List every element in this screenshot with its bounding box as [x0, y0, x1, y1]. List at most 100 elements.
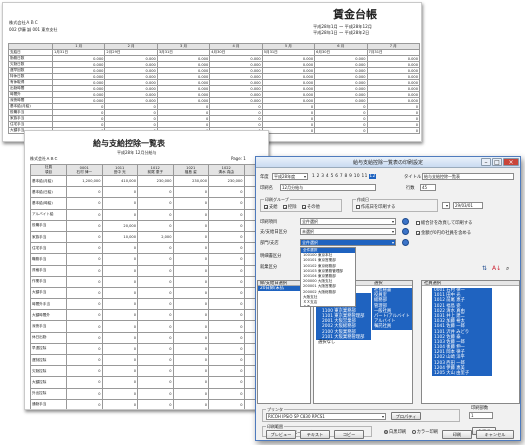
print-item-select[interactable]: 全件選択: [300, 218, 396, 225]
dept-select[interactable]: 全件選択: [300, 239, 396, 246]
employee-item[interactable]: 1205 大山 由里子: [432, 371, 492, 377]
month-10[interactable]: 10: [354, 174, 360, 179]
month-7[interactable]: 7: [340, 174, 343, 179]
employee-list[interactable]: 0001 石村 律一 1011 田中 光 1012 前尾 恵子 1021 福島 姿 10…: [432, 288, 492, 377]
printer-select[interactable]: RICOH IPSiO SP C830 RPCS1: [266, 413, 386, 420]
summary-cell: 0: [137, 331, 174, 344]
summary-cell: 0: [172, 398, 209, 409]
summary-row: 大額時間外 0 0 0 0 0: [30, 309, 268, 322]
option-zero-checkbox[interactable]: ✓: [416, 230, 420, 235]
position-item[interactable]: 嘱託社員: [372, 324, 412, 330]
group-deduction-checkbox[interactable]: ✓: [282, 204, 287, 209]
cancel-button[interactable]: キャンセル: [476, 430, 514, 439]
summary-employee-name: 清水 真由: [218, 169, 235, 174]
month-1[interactable]: 1: [312, 174, 315, 179]
ledger-employee: 002 伊藤 誠 001 東京支社: [9, 27, 58, 32]
summary-cell: 0: [172, 353, 209, 367]
text-button[interactable]: テキスト: [300, 430, 330, 439]
summary-row: 遅刻控除 0 0 0 0 0: [30, 353, 268, 367]
dept-dropdown-item[interactable]: 全件: [301, 305, 355, 306]
month-12[interactable]: 12: [369, 174, 376, 179]
property-button[interactable]: プロパティ: [391, 412, 421, 420]
summary-row: 外出控除 0 0 0 0 0: [30, 387, 268, 400]
group-pay-checkbox[interactable]: ✓: [264, 204, 268, 209]
summary-cell: 0: [101, 298, 138, 311]
print-name-input[interactable]: 12月分給与: [280, 184, 376, 191]
position-list[interactable]: 社長秘書 役員室 総務部 管理部 一般社員 パート/アルバイト アルバイト 嘱託社員: [372, 288, 412, 330]
year-label: 年度: [260, 175, 269, 180]
created-date-checkbox[interactable]: [356, 204, 360, 209]
month-4[interactable]: 4: [326, 174, 329, 179]
summary-cell: 0: [137, 298, 174, 311]
dept-dropdown-list[interactable]: 全件選択 100100 東京本社 100101 東京営業部 100102 東京総務部 1…: [300, 247, 356, 307]
summary-cell: 0: [172, 230, 209, 244]
created-date-picker[interactable]: [442, 202, 450, 209]
title-input[interactable]: 給与支給控除一覧表: [422, 173, 514, 180]
summary-cell: 0: [208, 264, 245, 277]
month-9[interactable]: 9: [349, 174, 352, 179]
print-button[interactable]: 印刷: [442, 430, 472, 439]
summary-cell: 410,000: [101, 174, 138, 188]
mono-radio[interactable]: [384, 429, 388, 434]
summary-column-header: 1012 前尾 恵子: [137, 164, 174, 176]
summary-cell: 0: [172, 376, 209, 389]
summary-cell: 0: [137, 387, 174, 400]
payment-group-select[interactable]: 未選択: [300, 228, 396, 235]
search-icon[interactable]: ⌕: [506, 265, 509, 273]
option-page-break-checkbox[interactable]: [416, 220, 420, 225]
close-icon[interactable]: ×: [503, 158, 519, 166]
summary-cell: 0: [208, 197, 245, 210]
copies-input[interactable]: 1: [469, 412, 493, 419]
row-count-input[interactable]: 45: [420, 184, 436, 191]
month-5[interactable]: 5: [331, 174, 334, 179]
sort-az-icon[interactable]: ⇅: [482, 265, 487, 272]
maximize-icon[interactable]: □: [492, 158, 502, 166]
summary-cell: 230,000: [208, 174, 245, 188]
created-date-box: 作成日 作成日を印刷する: [352, 197, 438, 212]
summary-cell: 0: [172, 342, 209, 356]
month-2[interactable]: 2: [317, 174, 320, 179]
option-zero-label: 金額が0円の社員を含める: [421, 231, 471, 236]
summary-cell: 0: [101, 353, 138, 367]
month-selector[interactable]: 1 2 3 4 5 6 7 8 9 10 11 12: [312, 174, 377, 179]
summary-cell: 0: [66, 376, 103, 389]
month-11[interactable]: 11: [362, 174, 368, 179]
summary-cell: 0: [172, 242, 209, 255]
payment-group-detail-button[interactable]: [402, 228, 409, 235]
summary-corner-bottom: 項目: [44, 170, 53, 174]
summary-row-label: 大額手当: [30, 286, 67, 300]
group-other-checkbox[interactable]: ✓: [301, 204, 306, 209]
dialog-titlebar: 給与支給控除一覧表の印刷設定 – □ ×: [256, 157, 520, 168]
summary-row-label: 基本給(月給): [30, 174, 67, 188]
summary-row-label: 役職手当: [30, 219, 67, 232]
month-3[interactable]: 3: [321, 174, 324, 179]
sort-za-icon[interactable]: A↓: [492, 265, 501, 272]
preview-button[interactable]: プレビュー: [266, 430, 296, 439]
year-select[interactable]: 平成28年度: [272, 173, 308, 180]
summary-row-label: 基本給(時給): [30, 197, 67, 210]
summary-row: 大額控除 0 0 0 0 0: [30, 376, 268, 389]
summary-cell: 10,000: [101, 230, 138, 244]
created-date-input[interactable]: 29/03/01: [453, 202, 483, 209]
month-8[interactable]: 8: [344, 174, 347, 179]
print-item-detail-button[interactable]: [402, 218, 409, 225]
summary-row-label: 大額時間外: [30, 309, 67, 322]
month-6[interactable]: 6: [335, 174, 338, 179]
summary-cell: 0: [172, 275, 209, 288]
copy-button[interactable]: コピー: [334, 430, 364, 439]
summary-cell: 0: [137, 376, 174, 389]
summary-cell: 0: [208, 219, 245, 232]
dept-tree-item[interactable]: 選択なし: [316, 340, 371, 345]
dept-detail-button[interactable]: [402, 239, 409, 246]
summary-cell: 0: [66, 387, 103, 400]
summary-cell: 0: [137, 309, 174, 322]
minimize-icon[interactable]: –: [481, 158, 491, 166]
summary-cell: 0: [208, 286, 245, 300]
summary-employee-name: 前尾 恵子: [147, 169, 164, 174]
summary-cell: 2,000: [137, 230, 174, 244]
summary-row: 作業手当 0 0 0 0 0: [30, 275, 268, 288]
summary-cell: 0: [208, 309, 245, 322]
created-date-check-label: 作成日を印刷する: [361, 205, 396, 210]
color-radio[interactable]: [411, 429, 416, 434]
summary-cell: 0: [101, 398, 138, 409]
